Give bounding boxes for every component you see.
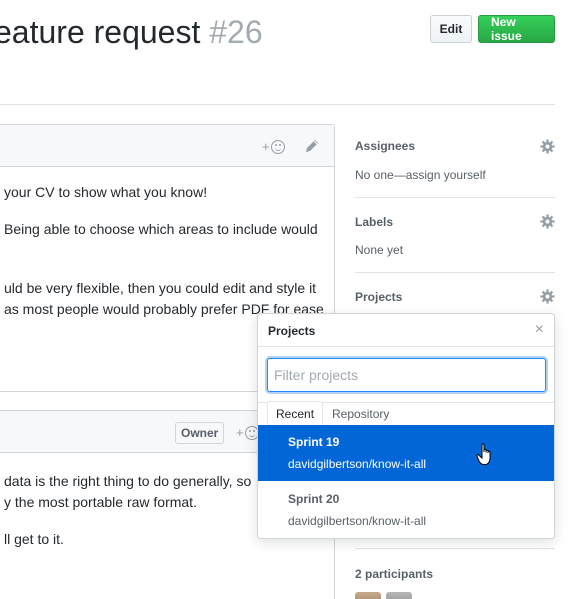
- comment-1-line-1: your CV to show what you know!: [4, 184, 208, 200]
- avatar[interactable]: [355, 592, 381, 599]
- project-item-sprint-19[interactable]: Sprint 19 davidgilbertson/know-it-all: [258, 425, 554, 481]
- assignees-value[interactable]: No one—assign yourself: [355, 168, 486, 182]
- popup-tabs: Recent Repository: [258, 401, 554, 426]
- pencil-icon[interactable]: [304, 138, 320, 154]
- issue-number: #26: [209, 14, 263, 50]
- assignees-label[interactable]: Assignees: [355, 139, 415, 153]
- new-issue-button[interactable]: New issue: [478, 15, 555, 43]
- filter-wrap: [258, 347, 554, 403]
- comment-1-line-3: uld be very flexible, then you could edi…: [4, 280, 317, 296]
- gear-icon[interactable]: [540, 289, 555, 304]
- close-icon[interactable]: ×: [535, 322, 544, 338]
- comment-1-line-2: Being able to choose which areas to incl…: [4, 221, 318, 237]
- sidebar-divider: [355, 272, 555, 273]
- add-reaction-button-2[interactable]: +: [236, 425, 259, 440]
- reaction-plus: +: [262, 139, 270, 154]
- avatar[interactable]: [386, 592, 412, 599]
- owner-badge: Owner: [175, 422, 225, 444]
- reaction-plus-2: +: [236, 425, 244, 440]
- comment-2-line-2: y the most portable raw format.: [4, 494, 197, 510]
- popup-title: Projects: [268, 324, 316, 338]
- header-divider: [0, 104, 555, 105]
- participants-label: 2 participants: [355, 567, 434, 581]
- comment-1-header: +: [0, 125, 334, 167]
- popup-header: Projects ×: [258, 314, 554, 347]
- labels-value: None yet: [355, 243, 404, 257]
- filter-projects-input[interactable]: [267, 358, 546, 392]
- projects-label[interactable]: Projects: [355, 290, 402, 304]
- gear-icon[interactable]: [540, 214, 555, 229]
- smiley-icon: [270, 139, 285, 154]
- edit-button[interactable]: Edit: [430, 15, 472, 43]
- sidebar-divider: [355, 197, 555, 198]
- labels-label[interactable]: Labels: [355, 215, 393, 229]
- issue-title: eature request #26: [0, 14, 263, 51]
- project-repo: davidgilbertson/know-it-all: [288, 514, 427, 528]
- project-item-sprint-20[interactable]: Sprint 20 davidgilbertson/know-it-all: [258, 482, 554, 538]
- sidebar-divider: [355, 548, 555, 549]
- issue-title-text: eature request: [0, 14, 201, 50]
- tab-recent[interactable]: Recent: [267, 401, 324, 426]
- project-name: Sprint 20: [288, 492, 340, 506]
- hand-cursor-icon: [476, 443, 491, 465]
- comment-2-line-1: data is the right thing to do generally,…: [4, 473, 252, 489]
- comment-2-line-3: ll get to it.: [4, 531, 64, 547]
- add-reaction-button[interactable]: +: [262, 139, 285, 154]
- gear-icon[interactable]: [540, 139, 555, 154]
- tab-repository[interactable]: Repository: [324, 401, 397, 426]
- projects-popup: Projects × Recent Repository Sprint 19 d…: [257, 313, 555, 539]
